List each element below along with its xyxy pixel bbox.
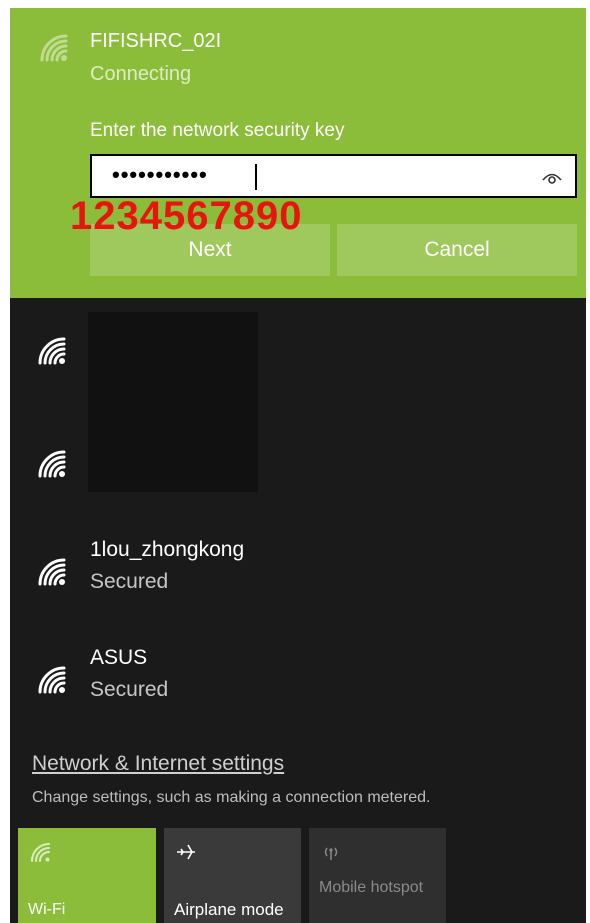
- wifi-signal-icon: [34, 554, 68, 588]
- quick-action-label: Airplane mode: [174, 900, 284, 919]
- connecting-network-status: Connecting: [90, 63, 192, 85]
- connecting-network-name: FIFISHRC_02I: [90, 30, 222, 52]
- network-settings-link[interactable]: Network & Internet settings: [32, 752, 284, 776]
- network-flyout: FIFISHRC_02I Connecting Enter the networ…: [10, 8, 586, 923]
- cancel-button[interactable]: Cancel: [337, 224, 577, 276]
- reveal-password-eye-icon[interactable]: [541, 166, 563, 188]
- airplane-icon: [174, 840, 198, 864]
- wifi-signal-icon: [34, 333, 68, 367]
- network-status: Secured: [90, 570, 169, 593]
- network-list-item[interactable]: 1lou_zhongkong Secured: [10, 534, 586, 614]
- network-name: 1lou_zhongkong: [90, 538, 245, 561]
- network-settings-description: Change settings, such as making a connec…: [32, 789, 431, 806]
- security-key-value: •••••••••••: [112, 162, 208, 187]
- hotspot-icon: [319, 840, 343, 864]
- quick-action-mobile-hotspot[interactable]: Mobile hotspot: [309, 828, 446, 923]
- network-name: ASUS: [90, 646, 148, 669]
- network-list-item[interactable]: ASUS Secured: [10, 642, 586, 722]
- connecting-network-panel: FIFISHRC_02I Connecting Enter the networ…: [10, 8, 586, 298]
- security-key-label: Enter the network security key: [90, 120, 345, 141]
- redacted-network-names: [88, 312, 258, 492]
- wifi-icon: [28, 840, 52, 864]
- network-status: Secured: [90, 678, 169, 701]
- text-caret: [255, 164, 257, 190]
- security-key-input[interactable]: •••••••••••: [90, 154, 577, 198]
- wifi-signal-icon: [34, 446, 68, 480]
- password-annotation: 1234567890: [70, 194, 303, 238]
- quick-action-label: Wi-Fi: [28, 901, 66, 918]
- wifi-signal-icon: [34, 662, 68, 696]
- quick-action-label: Mobile hotspot: [319, 879, 424, 896]
- quick-action-airplane-mode[interactable]: Airplane mode: [164, 828, 301, 923]
- wifi-signal-icon: [36, 30, 70, 64]
- quick-action-wifi[interactable]: Wi-Fi: [18, 828, 156, 923]
